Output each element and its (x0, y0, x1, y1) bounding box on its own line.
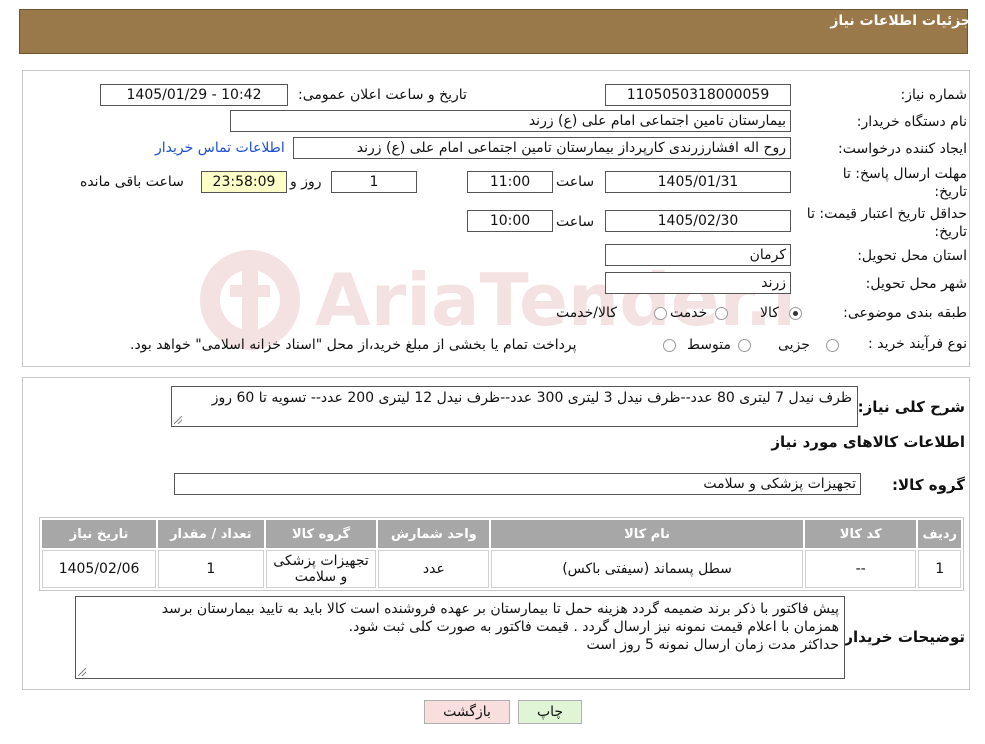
description-textarea[interactable]: ظرف نیدل 7 لیتری 80 عدد--ظرف نیدل 3 لیتر… (171, 386, 858, 427)
cell-unit: عدد (378, 550, 490, 588)
goods-group-label: گروه کالا: (892, 476, 965, 494)
cell-need-date: 1405/02/06 (42, 550, 157, 588)
days-remaining-field: 1 (331, 171, 417, 193)
description-text: ظرف نیدل 7 لیتری 80 عدد--ظرف نیدل 3 لیتر… (211, 390, 852, 406)
requester-label: ایجاد کننده درخواست: (838, 141, 967, 157)
cell-row: 1 (918, 550, 961, 588)
purchase-radio-medium[interactable] (738, 339, 751, 352)
purchase-type-label: نوع فرآیند خرید : (868, 336, 967, 352)
reply-date-field: 1405/01/31 (605, 171, 791, 193)
category-radio-goods[interactable] (789, 307, 802, 320)
purchase-radio-minor[interactable] (826, 339, 839, 352)
goods-group-field: تجهیزات پزشکی و سلامت (174, 473, 861, 495)
cell-quantity: 1 (158, 550, 264, 588)
description-label: شرح کلی نیاز: (857, 398, 965, 416)
col-name: نام کالا (491, 520, 803, 548)
city-label: شهر محل تحویل: (865, 276, 967, 292)
cell-name: سطل پسماند (سیفتی باکس) (491, 550, 803, 588)
category-radio-goods-service[interactable] (654, 307, 667, 320)
col-row: ردیف (918, 520, 961, 548)
province-field: کرمان (605, 244, 791, 266)
category-option-goods-service: کالا/خدمت (556, 305, 617, 321)
need-number-label: شماره نیاز: (900, 87, 968, 103)
reply-time-field: 11:00 (467, 171, 553, 193)
purchase-option-medium: متوسط (687, 337, 731, 353)
purchase-note: پرداخت تمام یا بخشی از مبلغ خرید،از محل … (130, 337, 577, 353)
cell-code: -- (804, 550, 917, 588)
category-radio-service[interactable] (715, 307, 728, 320)
cell-group: تجهیزات پزشکی و سلامت (265, 550, 377, 588)
buyer-notes-line-1: پیش فاکتور با ذکر برند ضمیمه گردد هزینه … (161, 601, 839, 617)
buyer-org-field: بیمارستان تامین اجتماعی امام علی (ع) زرن… (230, 110, 791, 132)
resize-grip[interactable] (174, 416, 182, 424)
price-validity-label-2: تاریخ: (934, 224, 967, 240)
page-header (19, 9, 968, 54)
category-option-service: خدمت (670, 305, 708, 321)
goods-table-header: ردیف کد کالا نام کالا واحد شمارش گروه کا… (42, 520, 961, 548)
print-button[interactable]: چاپ (518, 700, 582, 724)
announce-date-field: 1405/01/29 - 10:42 (100, 84, 288, 106)
validity-time-field: 10:00 (467, 210, 553, 232)
requester-field: روح اله افشارزرندی کارپرداز بیمارستان تا… (293, 137, 791, 159)
buyer-notes-line-3: حداکثر مدت زمان ارسال نمونه 5 روز است (586, 637, 839, 653)
reply-deadline-label-2: تاریخ: (934, 184, 967, 200)
resize-grip[interactable] (78, 668, 86, 676)
col-group: گروه کالا (265, 520, 377, 548)
days-label: روز و (290, 174, 322, 190)
col-code: کد کالا (804, 520, 917, 548)
buyer-notes-textarea[interactable]: پیش فاکتور با ذکر برند ضمیمه گردد هزینه … (75, 596, 845, 679)
purchase-radio-treasury[interactable] (663, 339, 676, 352)
announce-date-label: تاریخ و ساعت اعلان عمومی: (298, 87, 467, 103)
price-validity-label: حداقل تاریخ اعتبار قیمت: تا (806, 206, 967, 222)
purchase-option-minor: جزیی (778, 337, 810, 353)
province-label: استان محل تحویل: (857, 248, 967, 264)
buyer-contact-link[interactable]: اطلاعات تماس خریدار (155, 140, 285, 156)
back-button[interactable]: بازگشت (424, 700, 510, 724)
city-field: زرند (605, 272, 791, 294)
buyer-notes-line-2: همزمان با اعلام قیمت نمونه نیز ارسال گرد… (348, 619, 839, 635)
goods-table: ردیف کد کالا نام کالا واحد شمارش گروه کا… (39, 517, 964, 591)
watermark-text: AriaTender.neT (315, 258, 790, 342)
col-need-date: تاریخ نیاز (42, 520, 157, 548)
category-label: طبقه بندی موضوعی: (843, 305, 967, 321)
need-number-field: 1105050318000059 (605, 84, 791, 106)
validity-time-label: ساعت (556, 214, 595, 230)
goods-section-title: اطلاعات کالاهای مورد نیاز (771, 433, 965, 451)
col-quantity: تعداد / مقدار (158, 520, 264, 548)
table-row: 1 -- سطل پسماند (سیفتی باکس) عدد تجهیزات… (42, 550, 961, 588)
validity-date-field: 1405/02/30 (605, 210, 791, 232)
buyer-org-label: نام دستگاه خریدار: (856, 114, 967, 130)
remaining-time-field: 23:58:09 (201, 171, 287, 193)
col-unit: واحد شمارش (378, 520, 490, 548)
page-title: جزئیات اطلاعات نیاز (830, 13, 971, 29)
reply-deadline-label: مهلت ارسال پاسخ: تا (842, 166, 967, 182)
category-option-goods: کالا (760, 305, 779, 321)
remaining-label: ساعت باقی مانده (80, 174, 184, 190)
reply-time-label: ساعت (556, 174, 595, 190)
buyer-notes-label: توضیحات خریدار: (838, 628, 965, 646)
